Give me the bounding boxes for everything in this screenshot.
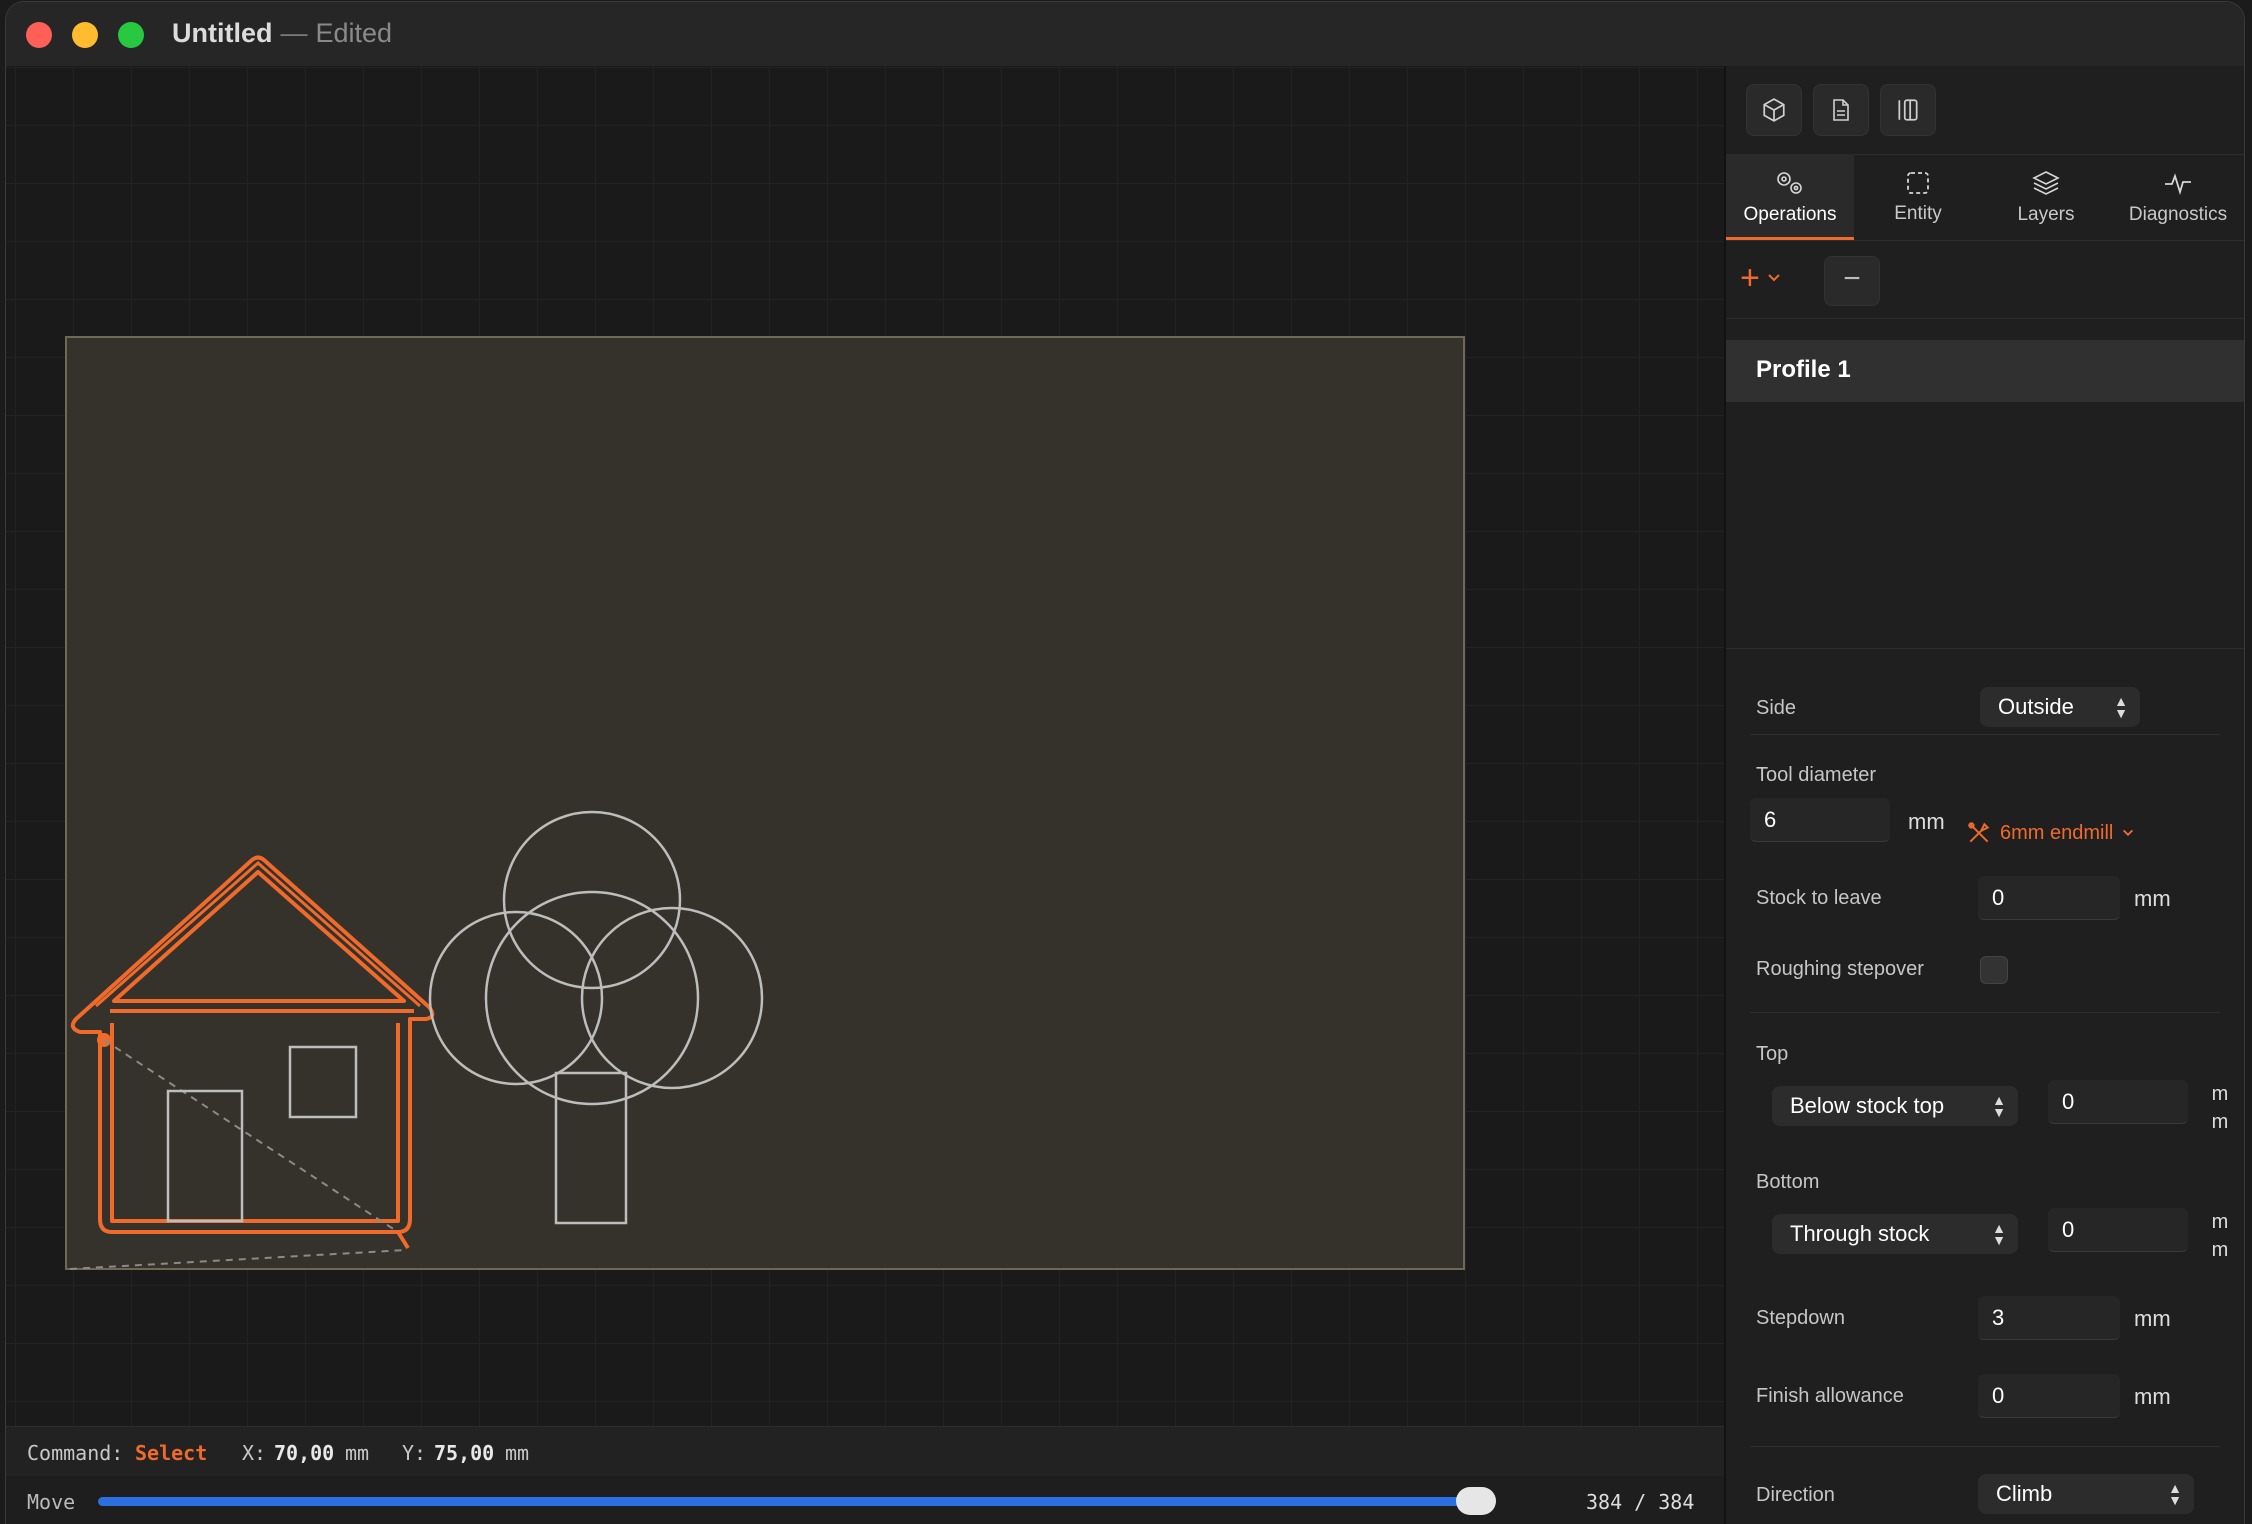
canvas-drawing — [65, 336, 1465, 1270]
remove-operation-button[interactable]: − — [1824, 256, 1880, 306]
side-label: Side — [1756, 697, 1797, 719]
updown-chevron-icon: ▲ ▼ — [1992, 1220, 2006, 1248]
bottom-value-input[interactable]: 0 — [2048, 1208, 2188, 1252]
top-unit-part: m — [2211, 1111, 2229, 1133]
minimize-window-button[interactable] — [72, 22, 98, 48]
finish-allowance-input[interactable]: 0 — [1978, 1374, 2120, 1418]
bottom-unit-part: m — [2211, 1211, 2229, 1233]
tab-label: Layers — [2017, 204, 2075, 225]
y-label: Y: — [402, 1441, 427, 1465]
y-unit: mm — [505, 1441, 530, 1465]
chevron-down-icon — [1768, 274, 1780, 282]
tab-layers[interactable]: Layers — [1982, 154, 2110, 240]
tool-diameter-input[interactable]: 6 — [1750, 798, 1890, 842]
bottom-mode-value: Through stock — [1790, 1221, 1930, 1246]
side-select[interactable]: Outside ▲ ▼ — [1980, 687, 2140, 727]
document-name: Untitled — [172, 18, 273, 48]
y-value: 75,00 — [434, 1441, 495, 1465]
tool-name: 6mm endmill — [2000, 821, 2114, 844]
plus-icon: + — [1740, 258, 1760, 297]
app-window: Untitled — Edited Command: Select X: 70,… — [6, 2, 2244, 1524]
document-icon[interactable] — [1813, 84, 1869, 136]
top-unit-part: m — [2211, 1083, 2229, 1105]
drawing-canvas[interactable] — [6, 66, 1724, 1426]
document-status: Edited — [315, 18, 393, 48]
operations-list: Profile 1 — [1726, 318, 2244, 649]
tab-label: Operations — [1743, 204, 1837, 225]
direction-label: Direction — [1756, 1484, 1835, 1506]
zoom-window-button[interactable] — [118, 22, 144, 48]
inspector-panel: Operations Entity Layers Diagnostics + − — [1724, 66, 2244, 1524]
tool-select-button[interactable]: 6mm endmill — [1966, 820, 2135, 846]
chevron-down-icon — [2123, 829, 2134, 837]
top-unit: mm — [2210, 1080, 2230, 1136]
window-title: Untitled — Edited — [172, 18, 392, 49]
command-value: Select — [135, 1441, 208, 1465]
operation-name: Profile 1 — [1756, 356, 1851, 383]
tab-label: Diagnostics — [2128, 204, 2228, 225]
bottom-unit: mm — [2210, 1208, 2230, 1264]
add-operation-button[interactable]: + — [1740, 258, 1796, 298]
finish-allowance-label: Finish allowance — [1756, 1385, 1904, 1407]
stepdown-input[interactable]: 3 — [1978, 1296, 2120, 1340]
updown-chevron-icon: ▲ ▼ — [2168, 1480, 2182, 1508]
stock-to-leave-label: Stock to leave — [1756, 887, 1882, 909]
close-window-button[interactable] — [26, 22, 52, 48]
direction-value: Climb — [1996, 1481, 2053, 1506]
stock-rectangle[interactable] — [65, 336, 1465, 1270]
x-label: X: — [242, 1441, 267, 1465]
move-label: Move — [27, 1490, 76, 1514]
title-bar: Untitled — Edited — [6, 2, 2244, 67]
stock-to-leave-input[interactable]: 0 — [1978, 876, 2120, 920]
stock-to-leave-unit: mm — [2134, 886, 2171, 911]
pulse-icon — [2165, 173, 2191, 196]
divider — [1750, 734, 2220, 735]
panel-toolbar — [1726, 66, 2244, 155]
tab-operations[interactable]: Operations — [1726, 154, 1854, 240]
updown-chevron-icon: ▲ ▼ — [1992, 1092, 2006, 1120]
dashed-square-icon — [1907, 172, 1929, 194]
updown-chevron-icon: ▲ ▼ — [2114, 693, 2128, 721]
cube-icon[interactable] — [1746, 84, 1802, 136]
tab-diagnostics[interactable]: Diagnostics — [2110, 154, 2244, 240]
command-label: Command: — [27, 1441, 124, 1465]
status-bar: Command: Select X: 70,00 mm Y: 75,00 mm — [6, 1426, 1724, 1477]
roughing-stepover-checkbox[interactable] — [1980, 956, 2008, 984]
top-mode-select[interactable]: Below stock top ▲ ▼ — [1772, 1086, 2018, 1126]
operations-toolbar: + − — [1726, 240, 2244, 319]
top-mode-value: Below stock top — [1790, 1093, 1945, 1118]
tool-diameter-unit: mm — [1908, 809, 1945, 834]
list-item-profile-1[interactable]: Profile 1 — [1726, 340, 2244, 402]
finish-allowance-unit: mm — [2134, 1384, 2171, 1409]
stepdown-unit: mm — [2134, 1306, 2171, 1331]
move-slider-thumb[interactable] — [1456, 1487, 1496, 1515]
panel-tabs: Operations Entity Layers Diagnostics — [1726, 154, 2244, 241]
column-split-icon[interactable] — [1880, 84, 1936, 136]
move-count: 384 / 384 — [1586, 1490, 1695, 1514]
x-unit: mm — [345, 1441, 370, 1465]
roughing-stepover-label: Roughing stepover — [1756, 958, 1924, 980]
divider — [1750, 1012, 2220, 1013]
move-bar: Move 384 / 384 — [6, 1476, 1724, 1524]
gears-icon — [1777, 172, 1802, 194]
tools-icon — [1968, 822, 1990, 843]
side-value: Outside — [1998, 694, 2074, 719]
top-value-input[interactable]: 0 — [2048, 1080, 2188, 1124]
x-value: 70,00 — [274, 1441, 335, 1465]
tab-entity[interactable]: Entity — [1854, 154, 1982, 240]
bottom-mode-select[interactable]: Through stock ▲ ▼ — [1772, 1214, 2018, 1254]
bottom-label: Bottom — [1756, 1171, 1820, 1193]
tool-diameter-label: Tool diameter — [1756, 764, 1877, 786]
stepdown-label: Stepdown — [1756, 1307, 1845, 1329]
move-slider-track[interactable] — [98, 1497, 1496, 1506]
tab-label: Entity — [1894, 203, 1942, 224]
divider — [1750, 1446, 2220, 1447]
title-separator: — — [280, 18, 308, 48]
layers-icon — [2032, 171, 2060, 195]
direction-select[interactable]: Climb ▲ ▼ — [1978, 1474, 2194, 1514]
bottom-unit-part: m — [2211, 1239, 2229, 1261]
top-label: Top — [1756, 1043, 1789, 1065]
